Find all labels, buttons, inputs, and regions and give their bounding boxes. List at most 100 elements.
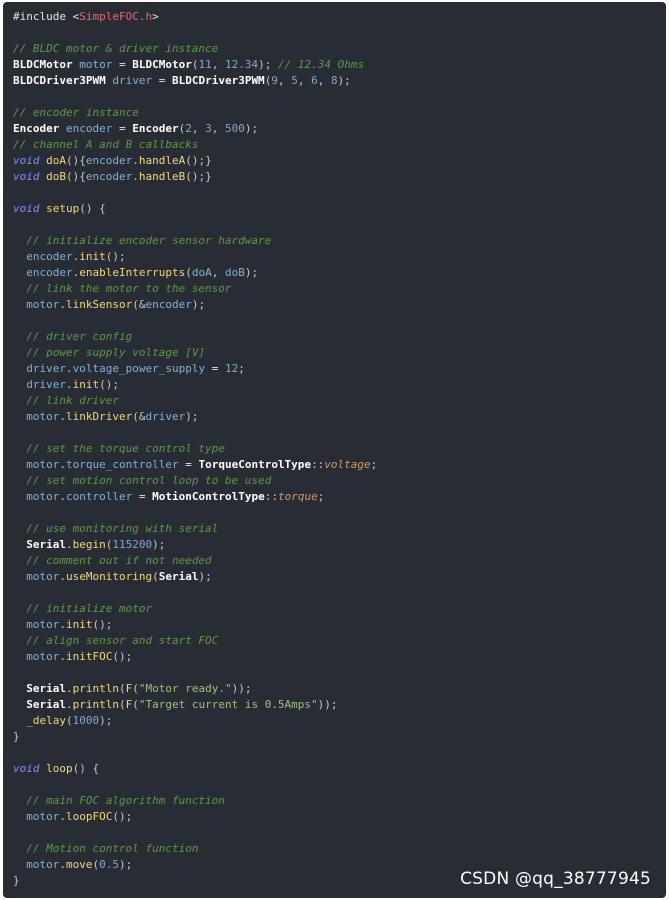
code-token: handleA bbox=[138, 154, 186, 167]
code-token: ); bbox=[337, 74, 351, 87]
code-token: . bbox=[59, 858, 66, 871]
code-token: doB bbox=[46, 170, 66, 183]
code-token: ( bbox=[132, 698, 139, 711]
code-token: . bbox=[66, 538, 73, 551]
code-token: . bbox=[59, 810, 66, 823]
code-line: // link the motor to the sensor bbox=[13, 281, 660, 297]
code-token: useMonitoring bbox=[66, 570, 153, 583]
code-line: motor.init(); bbox=[13, 617, 660, 633]
code-token: :: bbox=[264, 490, 278, 503]
code-line: // encoder instance bbox=[13, 105, 660, 121]
code-token: 9 bbox=[271, 74, 278, 87]
code-token: // 12.34 Ohms bbox=[277, 58, 365, 71]
code-token: (); bbox=[112, 650, 133, 663]
code-token: (); bbox=[105, 250, 126, 263]
code-token: 0.5 bbox=[99, 858, 119, 871]
code-token: // set motion control loop to be used bbox=[26, 474, 272, 487]
code-token: // power supply voltage [V] bbox=[26, 346, 206, 359]
code-token: linkSensor bbox=[66, 298, 133, 311]
code-line: driver.init(); bbox=[13, 377, 660, 393]
code-token: linkDriver bbox=[66, 410, 133, 423]
code-token: = bbox=[112, 122, 133, 135]
code-token: // encoder instance bbox=[13, 106, 139, 119]
code-token: ; bbox=[370, 458, 378, 471]
code-token: . bbox=[59, 410, 66, 423]
code-token: MotionControlType bbox=[152, 490, 265, 503]
code-token: encoder bbox=[26, 250, 73, 263]
code-line: encoder.init(); bbox=[13, 249, 660, 265]
code-token: , bbox=[297, 74, 312, 87]
code-token: :: bbox=[311, 458, 325, 471]
code-token: = bbox=[112, 58, 133, 71]
code-block: #include <SimpleFOC.h> // BLDC motor & dr… bbox=[3, 2, 666, 898]
code-token: ; bbox=[238, 362, 245, 375]
code-token: encoder bbox=[26, 266, 73, 279]
code-token: // Motion control function bbox=[26, 842, 199, 855]
code-line: // Motion control function bbox=[13, 841, 660, 857]
code-token: 6 bbox=[311, 74, 318, 87]
code-token: void bbox=[13, 170, 40, 183]
code-line: motor.linkSensor(&encoder); bbox=[13, 297, 660, 313]
code-token: move bbox=[66, 858, 93, 871]
code-token: setup bbox=[46, 202, 80, 215]
code-token: Encoder bbox=[13, 122, 60, 135]
code-token: . bbox=[66, 682, 73, 695]
code-token: } bbox=[13, 730, 20, 743]
code-token: ); bbox=[198, 570, 212, 583]
code-token: void bbox=[13, 202, 40, 215]
code-token: // channel A and B callbacks bbox=[13, 138, 199, 151]
code-line: #include <SimpleFOC.h> bbox=[13, 9, 660, 25]
code-token: doA bbox=[191, 266, 212, 279]
code-token: Encoder bbox=[132, 122, 179, 135]
code-token: motor bbox=[26, 570, 60, 583]
code-line: _delay(1000); bbox=[13, 713, 660, 729]
code-line: motor.linkDriver(&driver); bbox=[13, 409, 660, 425]
code-token: (& bbox=[132, 298, 146, 311]
code-token: "Motor ready." bbox=[138, 682, 232, 695]
code-line: Serial.begin(115200); bbox=[13, 537, 660, 553]
code-token: . bbox=[59, 618, 66, 631]
code-token: ( bbox=[66, 714, 73, 727]
code-token: )); bbox=[317, 698, 338, 711]
code-token: motor bbox=[26, 618, 60, 631]
code-token: motor bbox=[26, 858, 60, 871]
code-line: // initialize motor bbox=[13, 601, 660, 617]
code-token: println bbox=[72, 682, 119, 695]
code-token: . bbox=[59, 458, 66, 471]
code-token: 1000 bbox=[72, 714, 100, 727]
code-token: encoder bbox=[145, 298, 192, 311]
code-token: ); bbox=[244, 122, 259, 135]
code-token: = bbox=[178, 458, 199, 471]
code-token: ); bbox=[258, 58, 272, 71]
code-token: ; bbox=[317, 490, 325, 503]
code-token: = bbox=[205, 362, 225, 375]
code-line: BLDCDriver3PWM driver = BLDCDriver3PWM(9… bbox=[13, 73, 660, 89]
code-token: 12 bbox=[224, 362, 239, 375]
code-token: } bbox=[13, 874, 20, 887]
